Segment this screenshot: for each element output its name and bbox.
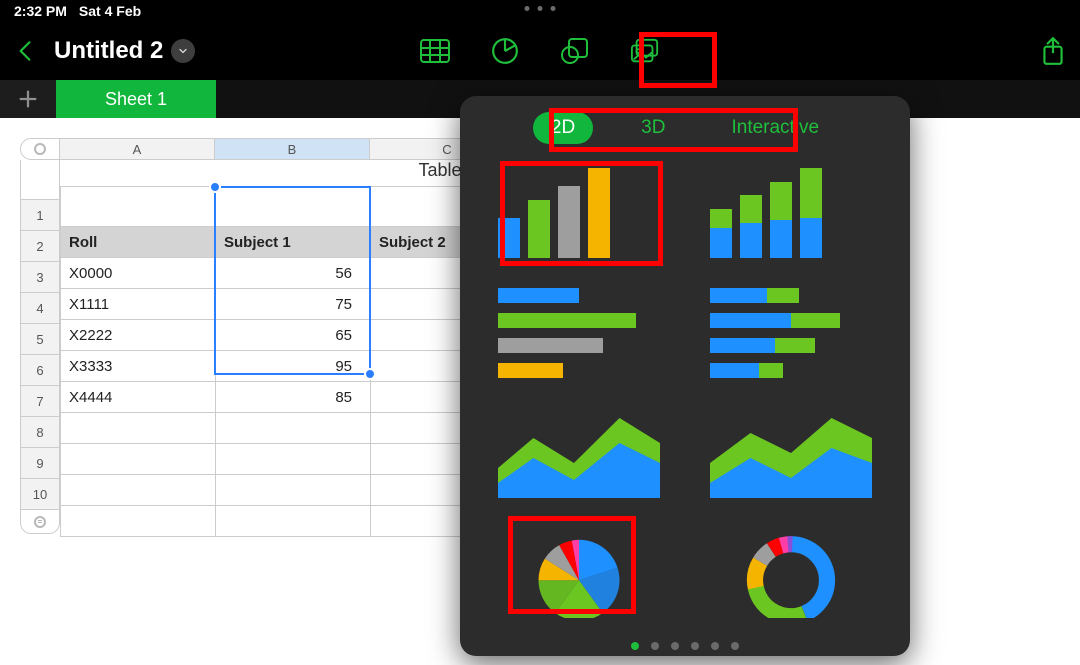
row-head-2[interactable]: 2 xyxy=(20,231,60,262)
insert-shape-icon[interactable] xyxy=(560,36,590,66)
multitask-dots[interactable] xyxy=(525,6,556,11)
insert-chart-icon[interactable] xyxy=(490,36,520,66)
row-headers: 1 2 3 4 5 6 7 8 9 10 = xyxy=(20,160,60,534)
document-title[interactable]: Untitled 2 xyxy=(54,37,163,65)
row-head-1[interactable]: 1 xyxy=(20,200,60,231)
table-row[interactable]: X4444 85 xyxy=(61,382,526,413)
tab-2d[interactable]: 2D xyxy=(533,112,593,144)
pager-dot[interactable] xyxy=(671,642,679,650)
chart-option-stacked-area[interactable] xyxy=(710,408,872,498)
top-toolbar: Untitled 2 xyxy=(0,22,1080,80)
status-bar: 2:32 PM Sat 4 Feb xyxy=(0,0,1080,22)
row-head-10[interactable]: 10 xyxy=(20,479,60,510)
tab-3d[interactable]: 3D xyxy=(623,112,683,144)
row-head-8[interactable]: 8 xyxy=(20,417,60,448)
row-head-3[interactable]: 3 xyxy=(20,262,60,293)
chart-type-segmented: 2D 3D Interactive xyxy=(486,112,884,144)
table-row[interactable]: X0000 56 xyxy=(61,258,526,289)
add-sheet-button[interactable] xyxy=(0,80,56,118)
data-table[interactable]: Roll Subject 1 Subject 2 X0000 56 X1111 … xyxy=(60,186,526,537)
column-headers: A B C xyxy=(20,138,525,160)
status-date: Sat 4 Feb xyxy=(79,3,141,19)
share-icon[interactable] xyxy=(1038,36,1068,66)
chart-option-stacked-hbar[interactable] xyxy=(710,288,872,378)
chart-picker-popover: 2D 3D Interactive xyxy=(460,96,910,656)
chart-option-stacked-bar[interactable] xyxy=(710,168,872,258)
pager-dot[interactable] xyxy=(731,642,739,650)
pager-dot[interactable] xyxy=(711,642,719,650)
select-all-corner[interactable] xyxy=(20,138,60,160)
status-time: 2:32 PM xyxy=(14,3,67,19)
chart-option-hbar[interactable] xyxy=(498,288,660,378)
sheet-tab-1[interactable]: Sheet 1 xyxy=(56,80,216,118)
insert-table-icon[interactable] xyxy=(420,36,450,66)
row-head-7[interactable]: 7 xyxy=(20,386,60,417)
back-button[interactable] xyxy=(12,38,38,64)
tab-interactive[interactable]: Interactive xyxy=(713,112,837,144)
table-row[interactable]: X3333 95 xyxy=(61,351,526,382)
table-row[interactable]: X2222 65 xyxy=(61,320,526,351)
insert-media-icon[interactable] xyxy=(630,36,660,66)
header-roll[interactable]: Roll xyxy=(61,227,216,258)
title-dropdown[interactable] xyxy=(171,39,195,63)
pager-dot[interactable] xyxy=(651,642,659,650)
row-head-5[interactable]: 5 xyxy=(20,324,60,355)
chart-pager[interactable] xyxy=(486,642,884,650)
chart-option-donut[interactable] xyxy=(710,528,872,618)
table-row[interactable]: X1111 75 xyxy=(61,289,526,320)
chart-option-area[interactable] xyxy=(498,408,660,498)
col-head-a[interactable]: A xyxy=(60,138,215,160)
chart-option-bar[interactable] xyxy=(498,168,660,258)
row-head-spacer xyxy=(20,160,60,200)
row-head-6[interactable]: 6 xyxy=(20,355,60,386)
row-head-9[interactable]: 9 xyxy=(20,448,60,479)
formula-button[interactable]: = xyxy=(20,510,60,534)
pager-dot[interactable] xyxy=(631,642,639,650)
pager-dot[interactable] xyxy=(691,642,699,650)
row-head-4[interactable]: 4 xyxy=(20,293,60,324)
chart-option-pie[interactable] xyxy=(498,528,660,618)
header-subject1[interactable]: Subject 1 xyxy=(216,227,371,258)
col-head-b[interactable]: B xyxy=(215,138,370,160)
